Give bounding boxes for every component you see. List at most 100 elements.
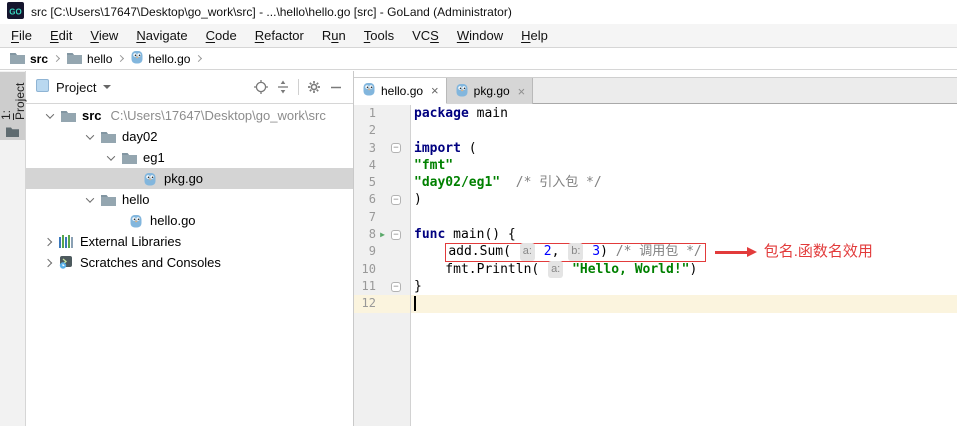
chevron-right-icon[interactable] <box>42 237 54 246</box>
code-line[interactable]: 11 −} <box>354 277 957 296</box>
line-number: 6 <box>368 192 376 207</box>
close-icon[interactable]: × <box>518 84 526 99</box>
code-token: fmt.Println( <box>414 261 548 277</box>
code-text[interactable] <box>411 209 957 226</box>
code-line[interactable]: 10 fmt.Println( a: "Hello, World!") <box>354 260 957 278</box>
project-tool-window-icon <box>36 79 49 95</box>
breadcrumb-item-hello[interactable]: hello <box>65 51 114 67</box>
breadcrumb: src hello hello.go <box>0 48 957 70</box>
code-line[interactable]: 9 add.Sum( a: 2, b: 3) /* 调用包 */ 包名.函数名效用 <box>354 242 957 262</box>
close-icon[interactable]: × <box>431 83 439 98</box>
code-text[interactable] <box>411 313 957 426</box>
chevron-right-icon <box>52 54 61 63</box>
code-text[interactable]: import ( <box>411 140 957 157</box>
code-text[interactable]: package main <box>411 105 957 122</box>
fold-toggle-icon[interactable]: − <box>391 195 401 206</box>
svg-text:GO: GO <box>9 8 21 17</box>
chevron-down-icon[interactable] <box>103 85 112 89</box>
hide-panel-icon[interactable] <box>325 76 347 98</box>
tree-item-external-libraries[interactable]: External Libraries <box>26 231 353 252</box>
menu-edit[interactable]: Edit <box>41 28 81 43</box>
tool-window-tab-label: 1: Project <box>0 82 27 120</box>
breadcrumb-item-src[interactable]: src <box>8 51 50 67</box>
tree-item-hello-go[interactable]: hello.go <box>26 210 353 231</box>
editor-body[interactable]: 1 package main 2 3− import (4 "fmt" 5 "day02/eg… <box>354 104 957 426</box>
menu-vcs[interactable]: VCS <box>403 28 448 43</box>
gutter: 8 ▶ − <box>354 226 411 244</box>
menu-refactor[interactable]: Refactor <box>246 28 313 43</box>
line-number: 7 <box>368 209 376 224</box>
code-text[interactable]: "fmt" <box>411 157 957 174</box>
locate-icon[interactable] <box>250 76 272 98</box>
tool-window-tab-project[interactable]: 1: Project <box>0 72 27 140</box>
code-line[interactable]: 2 <box>354 122 957 140</box>
menu-run[interactable]: Run <box>313 28 355 43</box>
menu-tools[interactable]: Tools <box>355 28 403 43</box>
tree-item-pkg-go[interactable]: pkg.go <box>26 168 353 189</box>
editor-tab-label: hello.go <box>381 83 424 98</box>
line-number: 8 <box>368 227 376 242</box>
fold-toggle-icon[interactable]: − <box>391 143 401 154</box>
code-line[interactable]: 6 −) <box>354 191 957 209</box>
code-line[interactable]: 4 "fmt" <box>354 156 957 175</box>
folder-icon <box>6 125 19 140</box>
tree-item-eg1[interactable]: eg1 <box>26 147 353 168</box>
chevron-down-icon[interactable] <box>84 193 96 203</box>
code-line[interactable]: 5 "day02/eg1" /* 引入包 */ <box>354 174 957 192</box>
annotation-label: 包名.函数名效用 <box>763 243 873 261</box>
line-number: 1 <box>368 106 376 120</box>
go-file-icon <box>363 82 375 99</box>
collapse-all-icon[interactable] <box>272 76 294 98</box>
chevron-down-icon[interactable] <box>44 109 56 119</box>
folder-icon <box>100 130 116 143</box>
code-token: "fmt" <box>414 157 454 173</box>
chevron-down-icon[interactable] <box>84 130 96 140</box>
fold-toggle-icon[interactable]: − <box>391 229 401 240</box>
menu-file[interactable]: File <box>2 28 41 43</box>
goland-logo-icon: GO <box>7 2 24 22</box>
menu-help[interactable]: Help <box>512 28 557 43</box>
menu-code[interactable]: Code <box>197 28 246 43</box>
code-text[interactable] <box>411 295 957 313</box>
parameter-hint: a: <box>519 243 535 261</box>
tree-item-src[interactable]: src C:\Users\17647\Desktop\go_work\src <box>26 105 353 126</box>
line-number: 5 <box>368 175 376 190</box>
menu-view[interactable]: View <box>81 28 127 43</box>
code-text[interactable]: fmt.Println( a: "Hello, World!") <box>411 260 957 278</box>
window-title: src [C:\Users\17647\Desktop\go_work\src]… <box>31 5 512 19</box>
code-line[interactable]: 12 <box>354 295 957 313</box>
editor-tabs-strip: hello.go × pkg.go × <box>354 77 957 104</box>
code-token: } <box>414 278 422 294</box>
code-token: "day02/eg1" <box>414 175 501 191</box>
tree-item-day02[interactable]: day02 <box>26 126 353 147</box>
run-gutter-icon[interactable]: ▶ <box>376 230 389 239</box>
gutter: 2 <box>354 122 411 140</box>
code-text[interactable] <box>411 122 957 139</box>
fold-toggle-icon[interactable]: − <box>391 281 401 292</box>
code-line[interactable]: 3 − import ( <box>354 139 957 157</box>
code-text[interactable]: func main() { <box>411 226 957 243</box>
code-line[interactable]: 1 package main <box>354 105 957 123</box>
breadcrumb-item-hello.go[interactable]: hello.go <box>129 50 192 67</box>
line-number: 3 <box>368 140 376 155</box>
code-line[interactable]: 7 <box>354 208 957 227</box>
code-text[interactable]: ) <box>411 191 957 208</box>
folder-icon <box>121 151 137 164</box>
code-token: 2 <box>543 244 552 260</box>
chevron-down-icon[interactable] <box>105 151 117 161</box>
chevron-right-icon[interactable] <box>42 258 54 267</box>
menu-navigate[interactable]: Navigate <box>127 28 196 43</box>
menu-window[interactable]: Window <box>448 28 512 43</box>
gutter <box>354 312 411 426</box>
code-text[interactable]: add.Sum( a: 2, b: 3) /* 调用包 */ 包名.函数名效用 <box>411 242 957 262</box>
tree-item-hello[interactable]: hello <box>26 189 353 210</box>
editor-tab-pkg.go[interactable]: pkg.go × <box>446 78 534 104</box>
code-text[interactable]: "day02/eg1" /* 引入包 */ <box>411 174 957 191</box>
gutter: 4 <box>354 156 411 175</box>
settings-gear-icon[interactable] <box>303 76 325 98</box>
tree-item-scratches-and-consoles[interactable]: Scratches and Consoles <box>26 252 353 273</box>
code-text[interactable]: } <box>411 278 957 295</box>
code-line[interactable]: 8 ▶ − func main() { <box>354 226 957 244</box>
editor-tab-hello.go[interactable]: hello.go × <box>354 78 447 104</box>
